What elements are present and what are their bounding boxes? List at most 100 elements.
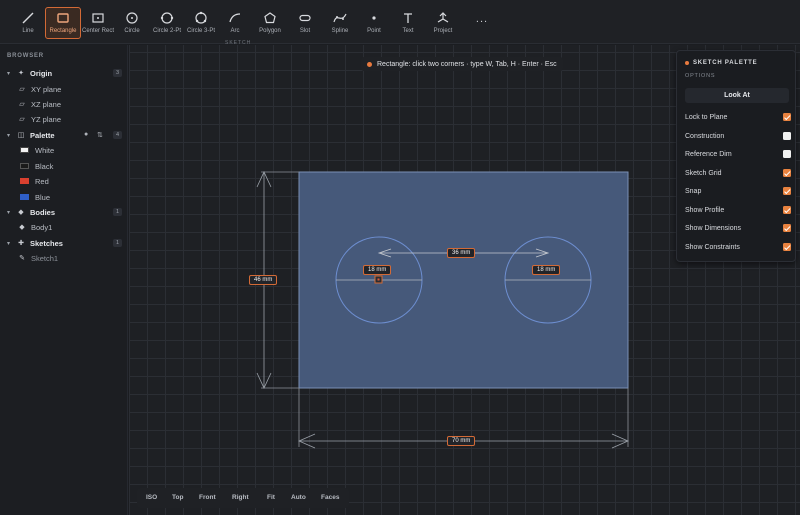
option-sketch-grid[interactable]: Sketch Grid	[685, 167, 791, 179]
count-badge: 3	[113, 69, 122, 77]
sidebar-group-origin[interactable]: ▾ ✦ Origin 3	[0, 66, 128, 80]
chevron-down-icon[interactable]: ▾	[7, 132, 13, 139]
tool-label: Project	[433, 28, 453, 34]
add-color-icon[interactable]: ●	[84, 131, 88, 138]
tool-text[interactable]: Text	[388, 8, 428, 38]
tool-rectangle[interactable]: Rectangle	[45, 7, 81, 39]
palette-title: SKETCH PALETTE	[685, 60, 757, 66]
option-show-dimensions[interactable]: Show Dimensions	[685, 222, 791, 234]
item-label: Red	[35, 176, 49, 186]
tool-label: Polygon	[259, 28, 281, 34]
option-reference-dim[interactable]: Reference Dim	[685, 148, 791, 160]
view-top-button[interactable]: Top	[172, 494, 183, 501]
view-right-button[interactable]: Right	[232, 494, 249, 501]
checkbox[interactable]	[783, 206, 791, 214]
tool-circle[interactable]: Circle	[112, 8, 152, 38]
circle-3pt-icon	[195, 11, 207, 24]
dim-hole-spacing-label[interactable]: 36 mm	[447, 248, 476, 258]
sidebar-item-white[interactable]: White	[0, 143, 128, 157]
origin-icon: ✦	[18, 70, 24, 77]
body-icon: ◆	[19, 224, 25, 231]
tool-project[interactable]: Project	[423, 8, 463, 38]
sidebar-item-sketch1[interactable]: ✎ Sketch1	[0, 251, 128, 265]
tool-label: Line	[22, 28, 34, 34]
tool-arc[interactable]: Arc	[215, 8, 255, 38]
option-snap[interactable]: Snap	[685, 185, 791, 197]
color-swatch	[20, 163, 29, 169]
group-label: Origin	[30, 68, 53, 78]
color-swatch	[20, 194, 29, 200]
sidebar-group-sketches[interactable]: ▾ ✚ Sketches 1	[0, 236, 128, 250]
chevron-down-icon[interactable]: ▾	[7, 70, 13, 77]
hint-text: Rectangle: click two corners · type W, T…	[377, 60, 557, 68]
sidebar-item-red[interactable]: Red	[0, 174, 128, 188]
sidebar-group-palette[interactable]: ▾ ◫ Palette ● ⇅ 4	[0, 128, 128, 142]
sidebar-header: BROWSER	[7, 53, 44, 59]
color-swatch	[20, 147, 29, 153]
checkbox[interactable]	[783, 243, 791, 251]
sidebar-item-yz-plane[interactable]: ▱ YZ plane	[0, 112, 128, 126]
sidebar-group-bodies[interactable]: ▾ ◆ Bodies 1	[0, 205, 128, 219]
look-at-button[interactable]: Look At	[685, 88, 789, 103]
checkbox[interactable]	[783, 169, 791, 177]
view-bar: ISO Top Front Right Fit Auto Faces	[137, 488, 349, 508]
count-badge: 1	[113, 239, 122, 247]
count-badge: 4	[113, 131, 122, 139]
option-label: Show Profile	[685, 206, 725, 214]
option-label: Reference Dim	[685, 150, 732, 158]
item-label: Sketch1	[31, 253, 59, 263]
option-label: Sketch Grid	[685, 169, 722, 177]
chevron-down-icon[interactable]: ▾	[7, 240, 13, 247]
option-show-constraints[interactable]: Show Constraints	[685, 241, 791, 253]
option-label: Lock to Plane	[685, 113, 728, 121]
swap-icon[interactable]: ⇅	[97, 131, 103, 139]
dim-height-label[interactable]: 46 mm	[249, 275, 278, 285]
view-fit-button[interactable]: Fit	[267, 494, 275, 501]
sidebar-item-black[interactable]: Black	[0, 159, 128, 173]
option-construction[interactable]: Construction	[685, 130, 791, 142]
checkbox[interactable]	[783, 150, 791, 158]
rectangle-icon	[57, 13, 69, 23]
tool-label: Circle	[124, 28, 140, 34]
checkbox[interactable]	[783, 224, 791, 232]
project-icon	[437, 12, 449, 23]
group-label: Sketches	[30, 238, 63, 248]
dim-right-hole-label[interactable]: 18 mm	[532, 265, 561, 275]
tool-label: Rectangle	[49, 28, 77, 34]
view-front-button[interactable]: Front	[199, 494, 216, 501]
sidebar-item-blue[interactable]: Blue	[0, 190, 128, 204]
body-icon: ◆	[18, 209, 24, 216]
dim-width-label[interactable]: 70 mm	[447, 436, 476, 446]
toolbar: Line Rectangle Center Rect Circle Circle…	[0, 0, 800, 46]
checkbox[interactable]	[783, 132, 791, 140]
palette-dot-icon	[685, 61, 689, 65]
item-label: XY plane	[31, 84, 62, 94]
item-label: Blue	[35, 192, 51, 202]
palette-title-text: SKETCH PALETTE	[693, 60, 758, 66]
sidebar-item-xz-plane[interactable]: ▱ XZ plane	[0, 97, 128, 111]
sidebar-item-xy-plane[interactable]: ▱ XY plane	[0, 82, 128, 96]
option-show-profile[interactable]: Show Profile	[685, 204, 791, 216]
tool-label: Center Rect	[81, 28, 114, 34]
tool-slot[interactable]: Slot	[285, 8, 325, 38]
tool-label: Slot	[299, 28, 311, 34]
checkbox[interactable]	[783, 187, 791, 195]
dim-left-hole-label[interactable]: 18 mm	[363, 265, 392, 275]
more-tools-button[interactable]: ...	[473, 13, 491, 25]
browser-sidebar: BROWSER ▾ ✦ Origin 3 ▱ XY plane ▱ XZ pla…	[0, 45, 128, 515]
chevron-down-icon[interactable]: ▾	[7, 209, 13, 216]
palette-subtitle: OPTIONS	[685, 73, 716, 79]
sketch-palette-panel: SKETCH PALETTE OPTIONS Look At Lock to P…	[676, 50, 796, 262]
checkbox[interactable]	[783, 113, 791, 121]
group-label: Bodies	[30, 207, 56, 217]
option-label: Construction	[685, 132, 725, 140]
polygon-icon	[264, 12, 276, 24]
tool-line[interactable]: Line	[8, 8, 48, 38]
palette-icon: ◫	[17, 132, 25, 139]
tool-polygon[interactable]: Polygon	[250, 8, 290, 38]
view-iso-button[interactable]: ISO	[146, 494, 157, 501]
option-lock-to-plane[interactable]: Lock to Plane	[685, 111, 791, 123]
view-faces-button[interactable]: Faces	[321, 494, 339, 501]
view-auto-button[interactable]: Auto	[291, 494, 306, 501]
sidebar-item-body1[interactable]: ◆ Body1	[0, 220, 128, 234]
